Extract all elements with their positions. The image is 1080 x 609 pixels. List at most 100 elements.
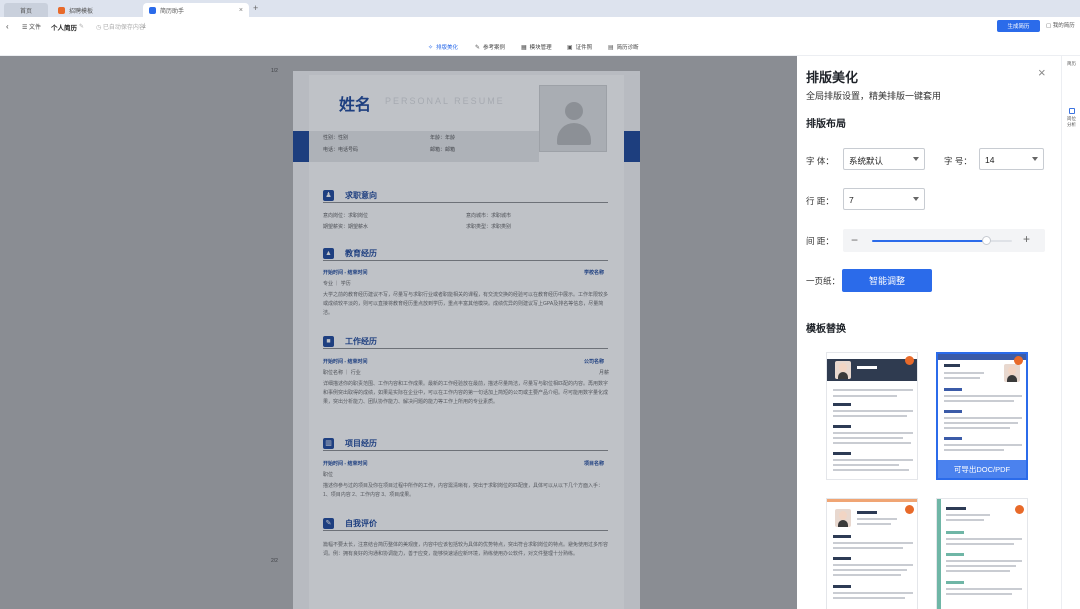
resume-page[interactable]: 姓名 PERSONAL RESUME 性别：性别 年龄：年龄 电话：电话号码 邮… xyxy=(293,71,640,609)
template-thumbnail[interactable] xyxy=(826,352,918,480)
hot-badge-icon xyxy=(905,505,914,514)
plus-icon[interactable]: + xyxy=(1023,232,1030,246)
template-section-bar xyxy=(833,403,851,406)
close-tab-icon[interactable]: × xyxy=(239,7,243,14)
project-name: 项目名称 xyxy=(584,461,605,467)
close-icon[interactable]: × xyxy=(1038,65,1046,80)
grid-icon: ▦ xyxy=(521,44,527,51)
generate-resume-label: 生成简历 xyxy=(1007,24,1030,30)
rail-label: 简历 xyxy=(1067,61,1076,66)
browser-tab-templates[interactable]: 招聘模板 xyxy=(52,3,140,17)
new-tab-icon[interactable]: + xyxy=(253,3,258,13)
top-toolbar: ‹ ☰ 文件 个人简历 ✎ ◷ 已自动保存内容 ⤓ 生成简历 ▢ 我的简历 xyxy=(0,17,1080,36)
template-top-band xyxy=(827,499,917,502)
id-card-icon: ▣ xyxy=(567,44,573,51)
gender-field[interactable]: 性别：性别 xyxy=(323,134,348,141)
intent-job: 意向岗位：求职岗位 xyxy=(323,213,369,219)
template-section-bar xyxy=(946,553,964,556)
template-line xyxy=(946,570,1010,572)
hot-badge-icon xyxy=(1015,505,1024,514)
slider-track[interactable] xyxy=(872,236,1012,245)
template-thumbnail-selected[interactable]: 可导出DOC/PDF xyxy=(936,352,1028,480)
template-line xyxy=(944,417,1022,419)
template-section-bar xyxy=(946,581,964,584)
template-line xyxy=(833,469,909,471)
chevron-down-icon xyxy=(1032,157,1038,161)
template-line xyxy=(833,592,913,594)
tab-label: 模块管理 xyxy=(529,45,552,51)
template-section-bar xyxy=(833,452,851,455)
document-name[interactable]: 个人简历 xyxy=(51,22,77,32)
work-time: 开始时间 - 结束时间 xyxy=(323,359,368,365)
back-icon[interactable]: ‹ xyxy=(6,22,9,31)
tab-id-photo[interactable]: ▣ 证件照 xyxy=(567,43,592,52)
template-avatar xyxy=(1004,364,1020,382)
section-education[interactable]: ▲ 教育经历 xyxy=(323,247,608,261)
tab-resume-diagnosis[interactable]: ▤ 简历诊断 xyxy=(608,43,639,52)
my-resume-link[interactable]: ▢ 我的简历 xyxy=(1046,21,1075,29)
slider-fill xyxy=(872,240,987,242)
my-resume-label: 我的简历 xyxy=(1052,23,1075,29)
browser-tab-label: 简历助手 xyxy=(160,8,185,15)
template-line xyxy=(857,523,891,525)
analysis-icon xyxy=(1068,108,1075,114)
template-section-bar xyxy=(944,437,962,440)
section-project[interactable]: ▥ 项目经历 xyxy=(323,437,608,451)
size-select[interactable]: 14 xyxy=(979,148,1044,170)
template-line xyxy=(833,542,913,544)
email-field[interactable]: 邮箱：邮箱 xyxy=(430,146,455,153)
tab-layout-beautify[interactable]: ✧ 排版美化 xyxy=(428,43,459,52)
hot-badge-icon xyxy=(1014,356,1023,365)
intent-type: 求职类型：求职类别 xyxy=(466,224,512,230)
template-section-bar xyxy=(946,531,964,534)
phone-field[interactable]: 电话：电话号码 xyxy=(323,146,358,153)
spacing-slider[interactable]: − + xyxy=(843,229,1045,252)
resume-photo[interactable] xyxy=(539,85,607,152)
template-line xyxy=(833,574,901,576)
section-work[interactable]: ■ 工作经历 xyxy=(323,335,608,349)
tab-label: 简历诊断 xyxy=(616,45,639,51)
template-line xyxy=(944,395,1022,397)
rail-label: 岗位 分析 xyxy=(1067,116,1076,127)
template-line xyxy=(946,565,1016,567)
font-select[interactable]: 系统默认 xyxy=(843,148,925,170)
download-icon[interactable]: ⤓ xyxy=(143,23,146,30)
browser-tab-label: 招聘模板 xyxy=(69,8,94,15)
diagnosis-icon: ▤ xyxy=(608,44,614,51)
age-field[interactable]: 年龄：年龄 xyxy=(430,134,455,141)
smart-adjust-button[interactable]: 智能调整 xyxy=(842,269,932,292)
minus-icon[interactable]: − xyxy=(851,233,858,247)
export-doc-pdf-banner[interactable]: 可导出DOC/PDF xyxy=(938,460,1026,478)
rail-item-resume[interactable]: 简历 xyxy=(1062,61,1080,67)
template-section-bar xyxy=(944,410,962,413)
edit-name-icon[interactable]: ✎ xyxy=(79,23,84,30)
slider-handle[interactable] xyxy=(982,236,992,245)
section-intent[interactable]: ♟ 求职意向 xyxy=(323,189,608,203)
rail-item-job-analysis[interactable]: 岗位 分析 xyxy=(1062,108,1080,128)
size-label: 字 号： xyxy=(944,156,972,166)
file-menu[interactable]: ☰ 文件 xyxy=(22,22,41,31)
generate-resume-button[interactable]: 生成简历 xyxy=(997,20,1040,32)
tab-label: 参考案例 xyxy=(483,45,506,51)
template-line xyxy=(946,593,1012,595)
line-spacing-select[interactable]: 7 xyxy=(843,188,925,210)
template-line xyxy=(946,543,1014,545)
section-evaluation[interactable]: ✎ 自我评价 xyxy=(323,517,608,531)
pen-icon: ✎ xyxy=(475,44,481,51)
template-line xyxy=(857,518,897,520)
template-thumbnail[interactable] xyxy=(936,498,1028,609)
browser-tab-assistant[interactable]: 简历助手 × xyxy=(143,3,249,17)
template-thumbnail[interactable] xyxy=(826,498,918,609)
tab-label: 排版美化 xyxy=(436,45,459,51)
section-title: 工作经历 xyxy=(345,337,377,346)
resume-canvas[interactable]: 1/2 2/2 姓名 PERSONAL RESUME 性别：性别 年龄：年龄 电… xyxy=(0,56,797,609)
tab-reference-cases[interactable]: ✎ 参考案例 xyxy=(475,43,506,52)
resume-name[interactable]: 姓名 xyxy=(339,91,371,115)
browser-tab-home[interactable]: 首页 xyxy=(4,3,48,17)
tab-module-manage[interactable]: ▦ 模块管理 xyxy=(521,43,552,52)
template-section-bar xyxy=(944,388,962,391)
header-band-left xyxy=(293,131,309,162)
edu-description: 大学之前的教育经历建议不写，尽量写与求职行业或者职能相关的课程，有交流交换的经验… xyxy=(323,292,609,316)
right-tool-rail: 简历 岗位 分析 xyxy=(1061,56,1080,609)
resume-body: 姓名 PERSONAL RESUME 性别：性别 年龄：年龄 电话：电话号码 邮… xyxy=(309,75,624,609)
